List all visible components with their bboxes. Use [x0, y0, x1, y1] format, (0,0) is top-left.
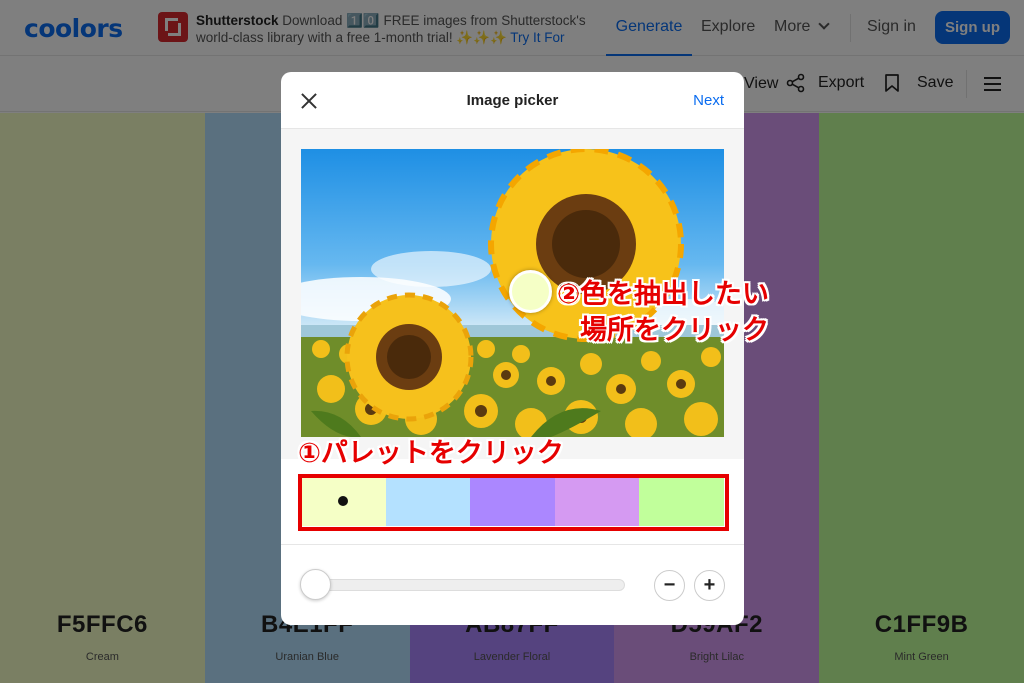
next-button[interactable]: Next: [693, 92, 724, 109]
modal-header: Image picker Next: [281, 72, 744, 129]
modal-title: Image picker: [466, 92, 559, 109]
annotation-step2-line2: 場所をクリック: [580, 315, 769, 346]
modal-divider: [281, 544, 744, 545]
color-count-slider[interactable]: [315, 579, 625, 591]
color-picker-handle[interactable]: [509, 270, 552, 313]
plus-button[interactable]: +: [694, 570, 725, 601]
annotation-step2: ②色を抽出したい 場所をクリック: [548, 277, 769, 349]
annotation-step1: ①パレットをクリック: [298, 438, 564, 469]
palette-highlight-box: [298, 474, 729, 531]
minus-button[interactable]: −: [654, 570, 685, 601]
slider-thumb[interactable]: [300, 569, 331, 600]
annotation-step2-line1: ②色を抽出したい: [557, 279, 769, 310]
